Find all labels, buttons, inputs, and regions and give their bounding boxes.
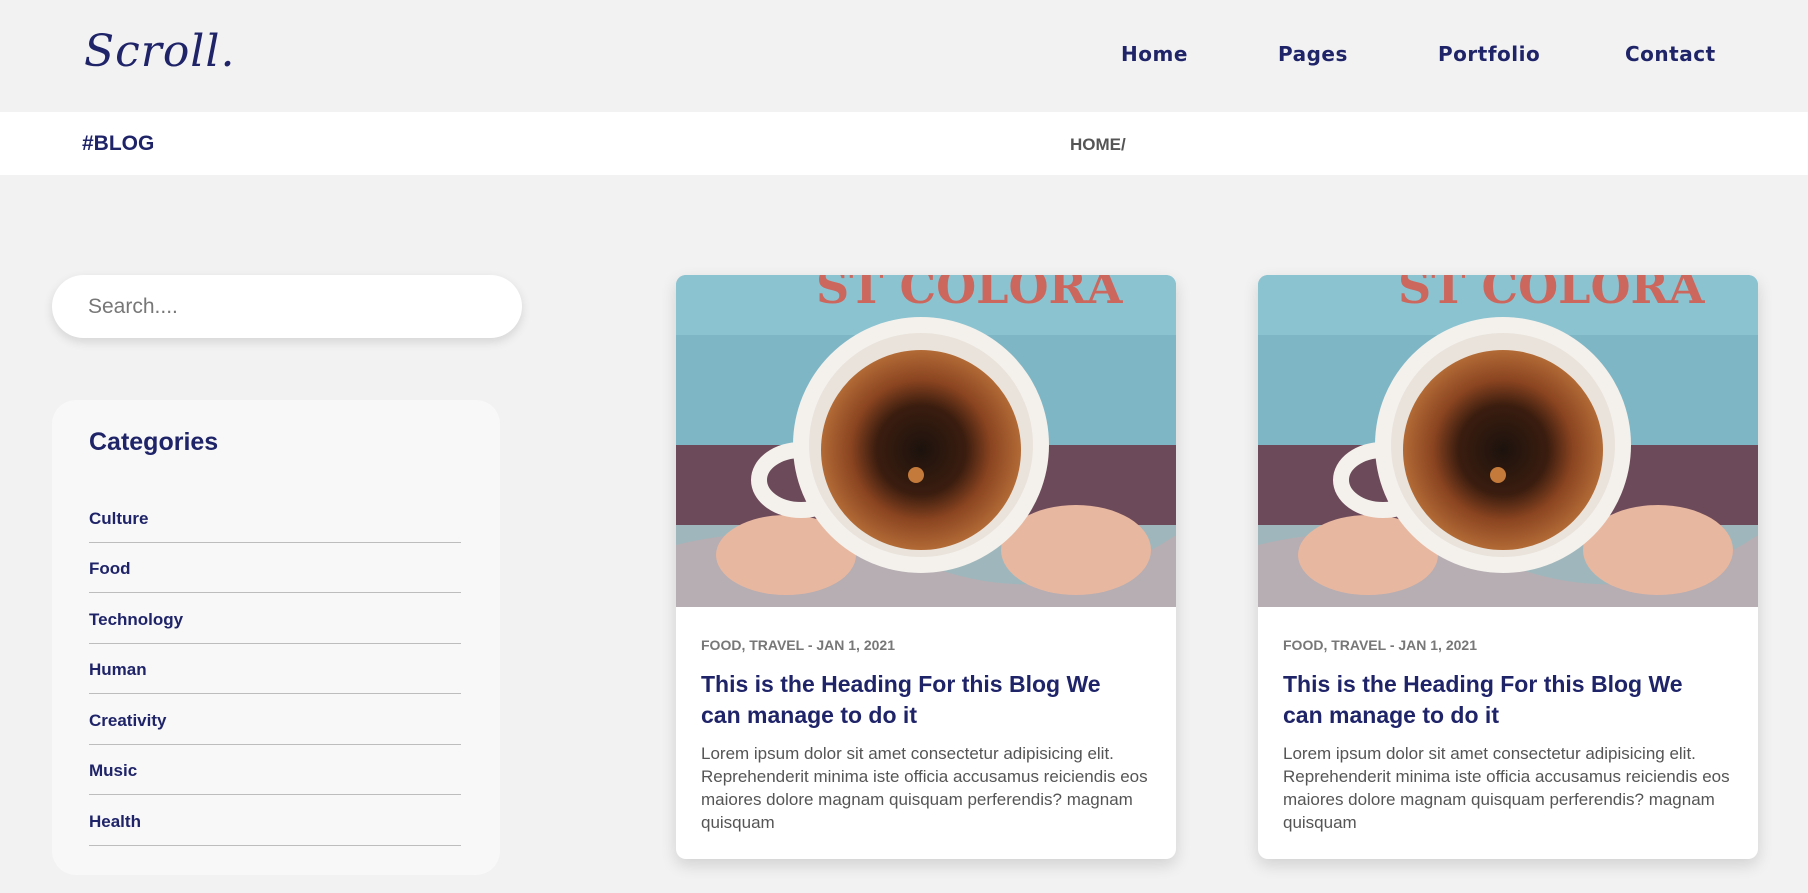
nav-pages[interactable]: Pages: [1278, 42, 1348, 66]
category-item-culture[interactable]: Culture: [89, 492, 461, 543]
post-title[interactable]: This is the Heading For this Blog We can…: [1283, 669, 1723, 731]
page-title: #BLOG: [82, 132, 155, 155]
breadcrumb-bar: #BLOG HOME/: [0, 112, 1808, 175]
category-label[interactable]: Technology: [89, 610, 183, 630]
post-excerpt: Lorem ipsum dolor sit amet consectetur a…: [1283, 744, 1730, 832]
category-label[interactable]: Food: [89, 559, 131, 579]
category-label[interactable]: Music: [89, 761, 137, 781]
category-label[interactable]: Human: [89, 660, 147, 680]
nav-home[interactable]: Home: [1121, 42, 1188, 66]
category-item-creativity[interactable]: Creativity: [89, 694, 461, 745]
tea-cup-image[interactable]: ST COLORA: [1258, 275, 1758, 607]
tea-cup-image[interactable]: ST COLORA: [676, 275, 1176, 607]
post-title[interactable]: This is the Heading For this Blog We can…: [701, 669, 1141, 731]
nav-contact[interactable]: Contact: [1625, 42, 1716, 66]
category-item-health[interactable]: Health: [89, 795, 461, 846]
main-nav: Home Pages Portfolio Contact: [0, 42, 1808, 72]
nav-portfolio[interactable]: Portfolio: [1438, 42, 1540, 66]
category-item-food[interactable]: Food: [89, 543, 461, 593]
search-box: [52, 275, 522, 338]
svg-text:ST COLORA: ST COLORA: [816, 275, 1124, 314]
categories-panel: Categories Culture Food Technology Human…: [52, 400, 500, 875]
blog-card[interactable]: ST COLORA FOOD, TRAVEL - JAN 1, 2021 Thi…: [1258, 275, 1758, 859]
post-meta: FOOD, TRAVEL - JAN 1, 2021: [701, 637, 895, 653]
category-list: Culture Food Technology Human Creativity…: [89, 492, 461, 846]
post-excerpt: Lorem ipsum dolor sit amet consectetur a…: [701, 744, 1148, 832]
search-input[interactable]: [88, 291, 488, 323]
category-label[interactable]: Creativity: [89, 711, 166, 731]
categories-title: Categories: [89, 428, 219, 456]
category-item-music[interactable]: Music: [89, 745, 461, 795]
category-item-technology[interactable]: Technology: [89, 593, 461, 644]
category-label[interactable]: Health: [89, 812, 141, 832]
blog-card[interactable]: ST COLORA FOOD, TRAVEL - JAN 1, 2021 Thi…: [676, 275, 1176, 859]
breadcrumb[interactable]: HOME/: [1070, 135, 1126, 155]
category-item-human[interactable]: Human: [89, 644, 461, 694]
post-meta: FOOD, TRAVEL - JAN 1, 2021: [1283, 637, 1477, 653]
site-header: Scroll. Home Pages Portfolio Contact: [0, 0, 1808, 112]
svg-text:ST COLORA: ST COLORA: [1398, 275, 1706, 314]
category-label[interactable]: Culture: [89, 509, 149, 529]
